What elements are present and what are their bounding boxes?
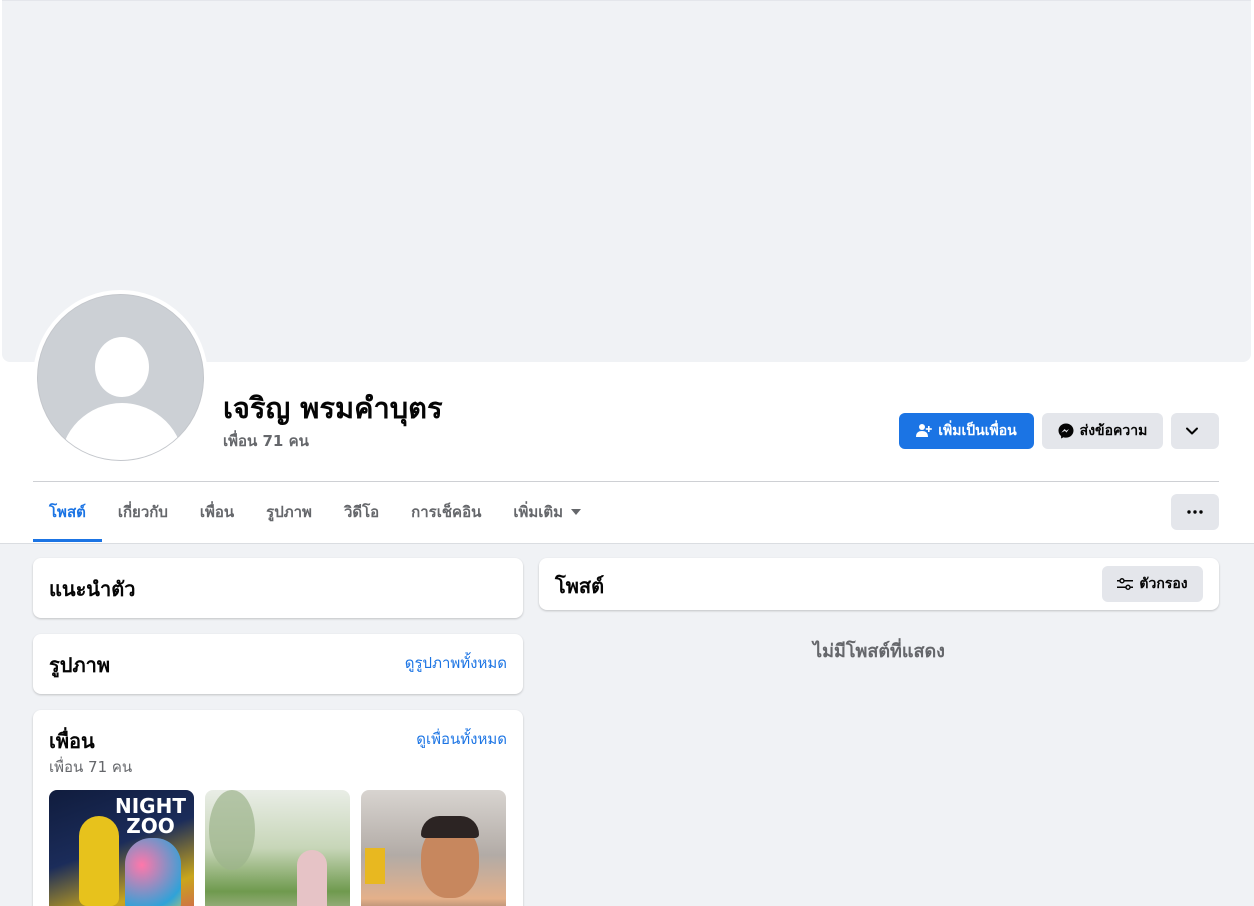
photo-hair: [421, 816, 479, 838]
friend-photo[interactable]: [361, 790, 506, 906]
photo-figure: [297, 850, 327, 906]
tab-posts[interactable]: โพสต์: [33, 482, 102, 542]
tab-about[interactable]: เกี่ยวกับ: [102, 482, 184, 542]
tab-more-label: เพิ่มเติม: [513, 503, 564, 521]
photos-card: รูปภาพ ดูรูปภาพทั้งหมด: [33, 634, 523, 694]
friends-count: เพื่อน 71 คน: [49, 758, 133, 776]
intro-card: แนะนำตัว: [33, 558, 523, 618]
photo-tree: [209, 790, 255, 870]
posts-title: โพสต์: [555, 574, 605, 598]
filter-button[interactable]: ตัวกรอง: [1102, 566, 1203, 602]
add-friend-label: เพิ่มเป็นเพื่อน: [938, 423, 1017, 439]
friends-title[interactable]: เพื่อน: [49, 725, 95, 757]
see-all-photos-link[interactable]: ดูรูปภาพทั้งหมด: [405, 651, 507, 675]
messenger-icon: [1058, 423, 1074, 439]
friend-photo[interactable]: [205, 790, 350, 906]
profile-tabs: โพสต์ เกี่ยวกับ เพื่อน รูปภาพ วิดีโอ การ…: [33, 482, 597, 542]
photos-title[interactable]: รูปภาพ: [49, 649, 110, 681]
filter-label: ตัวกรอง: [1139, 576, 1188, 592]
message-button[interactable]: ส่งข้อความ: [1042, 413, 1163, 449]
sliders-icon: [1117, 578, 1134, 590]
profile-avatar[interactable]: [37, 294, 204, 461]
tab-friends[interactable]: เพื่อน: [184, 482, 250, 542]
no-posts-message: ไม่มีโพสต์ที่แสดง: [813, 641, 945, 662]
tab-more[interactable]: เพิ่มเติม: [497, 482, 597, 542]
friends-card: เพื่อน ดูเพื่อนทั้งหมด เพื่อน 71 คน NIGH…: [33, 710, 523, 906]
cover-photo[interactable]: [2, 0, 1251, 362]
photo-figure: [125, 838, 181, 906]
avatar-head-silhouette: [95, 337, 149, 397]
tab-videos[interactable]: วิดีโอ: [328, 482, 395, 542]
friend-photo[interactable]: NIGHT ZOO: [49, 790, 194, 906]
profile-options-button[interactable]: [1171, 413, 1219, 449]
photo-sign: [365, 848, 385, 884]
add-person-icon: [916, 424, 933, 437]
profile-name: เจริญ พรมคำบุตร: [223, 391, 443, 425]
tab-photos[interactable]: รูปภาพ: [250, 482, 328, 542]
see-all-friends-link[interactable]: ดูเพื่อนทั้งหมด: [416, 727, 507, 751]
chevron-down-icon: [1186, 427, 1198, 435]
posts-header-card: โพสต์ ตัวกรอง: [539, 558, 1219, 610]
night-zoo-sign: NIGHT ZOO: [115, 794, 186, 838]
avatar-body-silhouette: [60, 403, 184, 460]
add-friend-button[interactable]: เพิ่มเป็นเพื่อน: [899, 413, 1034, 449]
caret-down-icon: [571, 509, 582, 515]
intro-title: แนะนำตัว: [49, 577, 136, 601]
tab-checkins[interactable]: การเช็คอิน: [395, 482, 497, 542]
tabs-more-button[interactable]: [1171, 494, 1219, 530]
profile-friend-count[interactable]: เพื่อน 71 คน: [223, 429, 309, 453]
ellipsis-icon: [1187, 510, 1203, 514]
message-label: ส่งข้อความ: [1079, 423, 1148, 439]
